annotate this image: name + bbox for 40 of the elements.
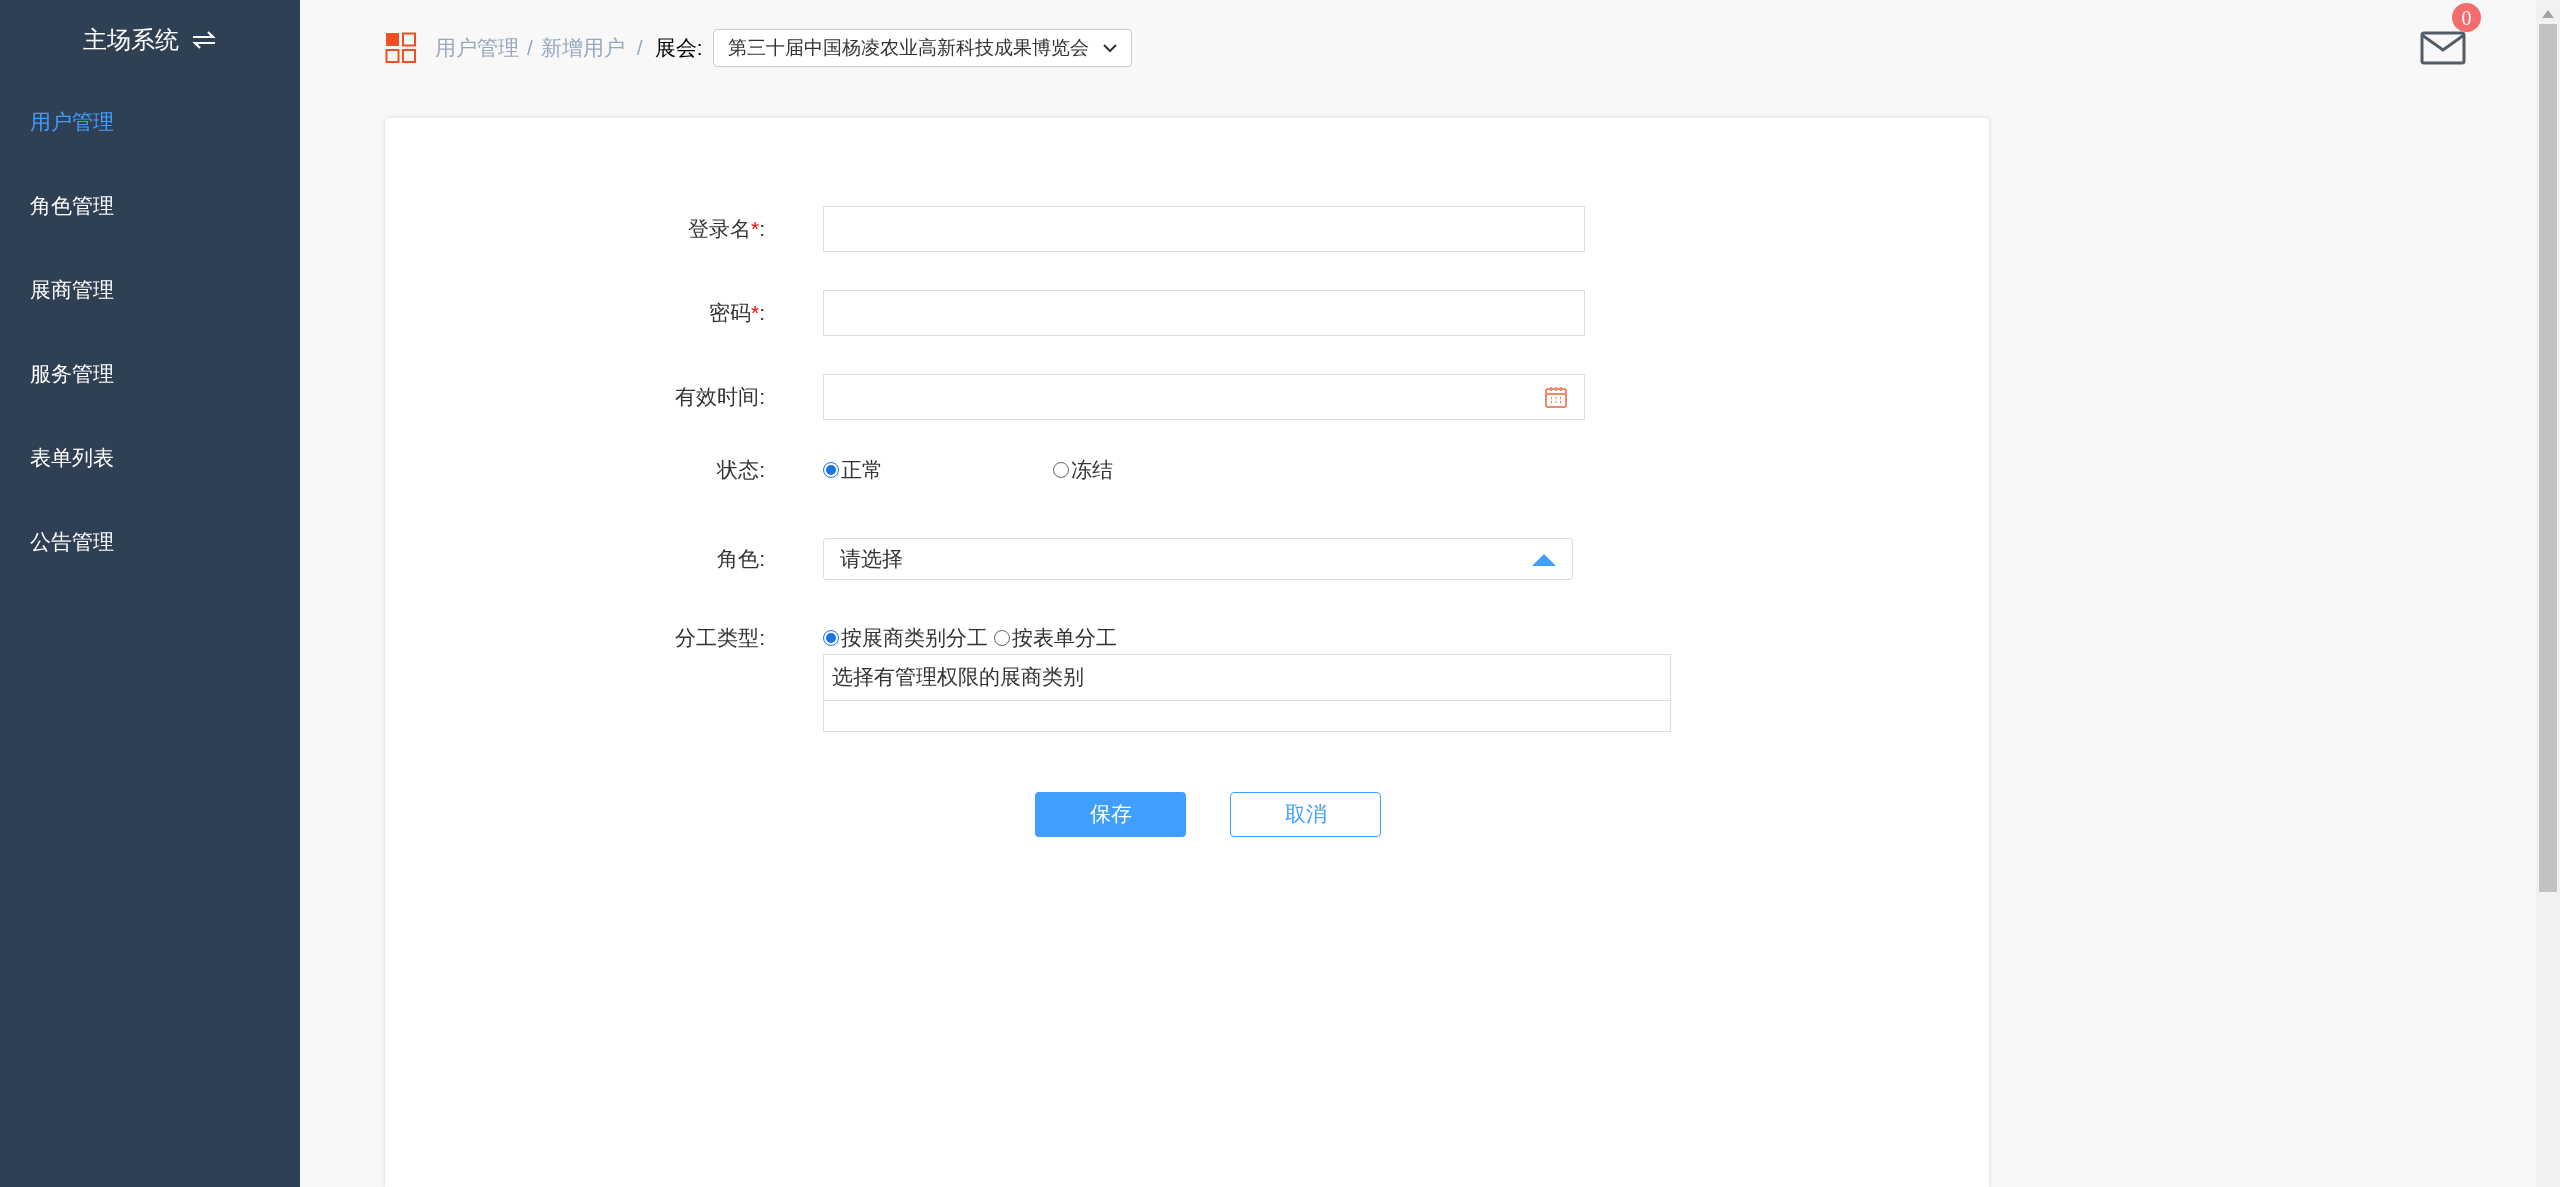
sidebar-item[interactable]: 表单列表 bbox=[0, 416, 300, 500]
sidebar-item[interactable]: 用户管理 bbox=[0, 80, 300, 164]
field-label: 登录名*: bbox=[687, 217, 765, 241]
system-title: 主场系统 bbox=[83, 25, 179, 55]
table-header: 选择有管理权限的展商类别 bbox=[832, 664, 1084, 691]
breadcrumb-separator: / bbox=[636, 35, 643, 62]
switch-icon[interactable] bbox=[191, 29, 217, 51]
notification-badge: 0 bbox=[2452, 3, 2481, 32]
status-radio[interactable]: 冻结 bbox=[1053, 454, 1283, 486]
radio-icon[interactable] bbox=[1053, 462, 1069, 478]
radio-icon[interactable] bbox=[823, 462, 839, 478]
radio-icon[interactable] bbox=[823, 629, 839, 646]
expo-label: 展会: bbox=[654, 35, 703, 62]
role-select[interactable]: 请选择 bbox=[823, 538, 1573, 580]
expo-select[interactable]: 第三十届中国杨凌农业高新科技成果博览会 bbox=[712, 29, 1132, 67]
field-label: 密码*: bbox=[708, 301, 765, 325]
field-label: 分工类型: bbox=[675, 626, 765, 649]
chevron-down-icon bbox=[1102, 43, 1117, 53]
mail-icon[interactable] bbox=[2420, 31, 2466, 65]
division-radio[interactable]: 按表单分工 bbox=[994, 622, 1117, 654]
radio-icon[interactable] bbox=[994, 629, 1010, 646]
scrollbar-thumb[interactable] bbox=[2539, 24, 2557, 892]
sidebar-item[interactable]: 角色管理 bbox=[0, 164, 300, 248]
calendar-icon[interactable] bbox=[1544, 385, 1568, 409]
status-radio[interactable]: 正常 bbox=[823, 454, 1053, 486]
scroll-up-icon[interactable] bbox=[2542, 10, 2554, 18]
caret-up-icon bbox=[1532, 552, 1556, 566]
scrollbar[interactable] bbox=[2536, 0, 2560, 1187]
field-label: 有效时间: bbox=[675, 385, 765, 409]
field-label: 角色: bbox=[717, 547, 765, 571]
login-name-field[interactable] bbox=[823, 206, 1585, 252]
field-label: 状态: bbox=[717, 458, 765, 482]
date-field[interactable] bbox=[823, 374, 1585, 420]
division-radio[interactable]: 按展商类别分工 bbox=[823, 622, 988, 654]
grid-icon bbox=[385, 32, 417, 64]
sidebar-item[interactable]: 服务管理 bbox=[0, 332, 300, 416]
password-field[interactable] bbox=[823, 290, 1585, 336]
sidebar-item[interactable]: 公告管理 bbox=[0, 500, 300, 584]
breadcrumb-separator: / bbox=[527, 35, 533, 62]
sidebar-item[interactable]: 展商管理 bbox=[0, 248, 300, 332]
